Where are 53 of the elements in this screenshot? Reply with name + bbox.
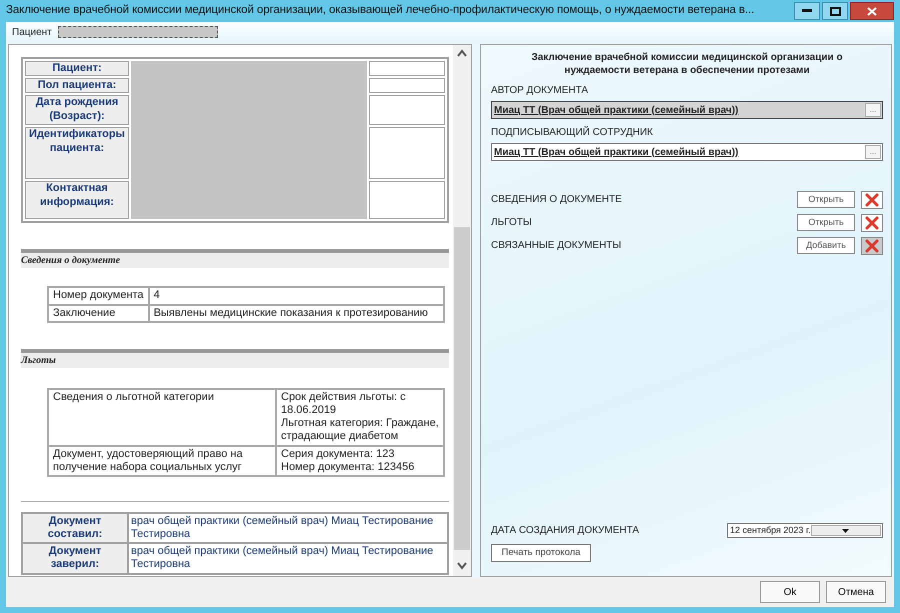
browse-button[interactable]: ...: [865, 145, 881, 159]
delete-button[interactable]: [861, 214, 883, 232]
table-cell: Заключение: [48, 304, 149, 322]
dropdown-icon: [842, 528, 850, 532]
attachment-label: СВЕДЕНИЯ О ДОКУМЕНТЕ: [491, 193, 623, 207]
scrollbar-thumb[interactable]: [454, 227, 470, 550]
input-field[interactable]: Миац ТТ (Врач общей практики (семейный врач)) ...: [491, 143, 883, 161]
close-button[interactable]: [850, 2, 894, 20]
table-cell: врач общей практики (семейный врач) Миац Тестирование Тестировна: [128, 543, 448, 574]
maximize-button[interactable]: [822, 2, 848, 20]
open-button[interactable]: Открыть: [797, 191, 855, 208]
minimize-icon: [802, 9, 812, 13]
close-icon: [867, 6, 877, 16]
table-cell: Серия документа: 123 Номер документа: 123456: [276, 446, 444, 476]
ok-button[interactable]: Ok: [760, 581, 820, 603]
open-button[interactable]: Открыть: [797, 214, 855, 231]
cancel-button[interactable]: Отмена: [826, 581, 886, 603]
row-label: Пол пациента:: [25, 78, 129, 94]
table-cell: врач общей практики (семейный врач) Миац Тестирование Тестировна: [128, 512, 448, 544]
field-label: ДАТА СОЗДАНИЯ ДОКУМЕНТА: [491, 524, 640, 538]
table-cell: Номер документа: [48, 287, 149, 305]
delete-icon: [865, 238, 879, 252]
table-cell: Выявлены медицинские показания к протезированию: [148, 304, 444, 322]
window-title: Заключение врачебной комиссии медицинской организации, оказывающей лечебно-профилактическую помощь, о нуждаемости ветерана в...: [6, 3, 756, 18]
patient-tab[interactable]: Пациент: [12, 24, 52, 40]
attachment-label: СВЯЗАННЫЕ ДОКУМЕНТЫ: [491, 239, 622, 253]
row-label: Пациент:: [25, 61, 129, 76]
table-cell: Сведения о льготной категории: [48, 388, 276, 446]
minimize-button[interactable]: [794, 2, 820, 20]
row-label: Документ заверил:: [22, 543, 128, 574]
date-dropdown[interactable]: 12 сентября 2023 г.: [727, 523, 883, 538]
patient-field[interactable]: [58, 26, 218, 38]
table-cell: Документ, удостоверяющий право на получение набора социальных услуг: [48, 446, 276, 476]
field-label: ПОДПИСЫВАЮЩИЙ СОТРУДНИК: [491, 125, 654, 140]
scroll-down-icon[interactable]: [457, 562, 467, 570]
maximize-icon: [830, 6, 840, 16]
scroll-up-icon[interactable]: [457, 49, 467, 57]
form-title: Заключение врачебной комиссии медицинской организации о нуждаемости ветерана в обеспечении протезами: [530, 51, 844, 77]
attachment-label: ЛЬГОТЫ: [491, 216, 533, 230]
table-cell: 4: [148, 287, 444, 305]
section-header: Сведения о документе: [21, 249, 449, 268]
row-label: Дата рождения (Возраст):: [25, 95, 129, 126]
row-label: Контактная информация:: [25, 181, 129, 220]
section-header: Льготы: [21, 348, 449, 368]
delete-button[interactable]: [861, 190, 883, 208]
print-button[interactable]: Печать протокола: [491, 544, 591, 562]
table-cell: Срок действия льготы: с 18.06.2019 Льготная категория: Граждане, страдающие диабетом: [276, 388, 444, 446]
row-label: Идентификаторы пациента:: [25, 127, 129, 180]
row-label: Документ составил:: [22, 512, 128, 544]
delete-icon: [865, 192, 879, 206]
delete-icon: [865, 216, 879, 230]
field-label: АВТОР ДОКУМЕНТА: [491, 84, 590, 98]
open-button[interactable]: Добавить: [797, 237, 855, 254]
